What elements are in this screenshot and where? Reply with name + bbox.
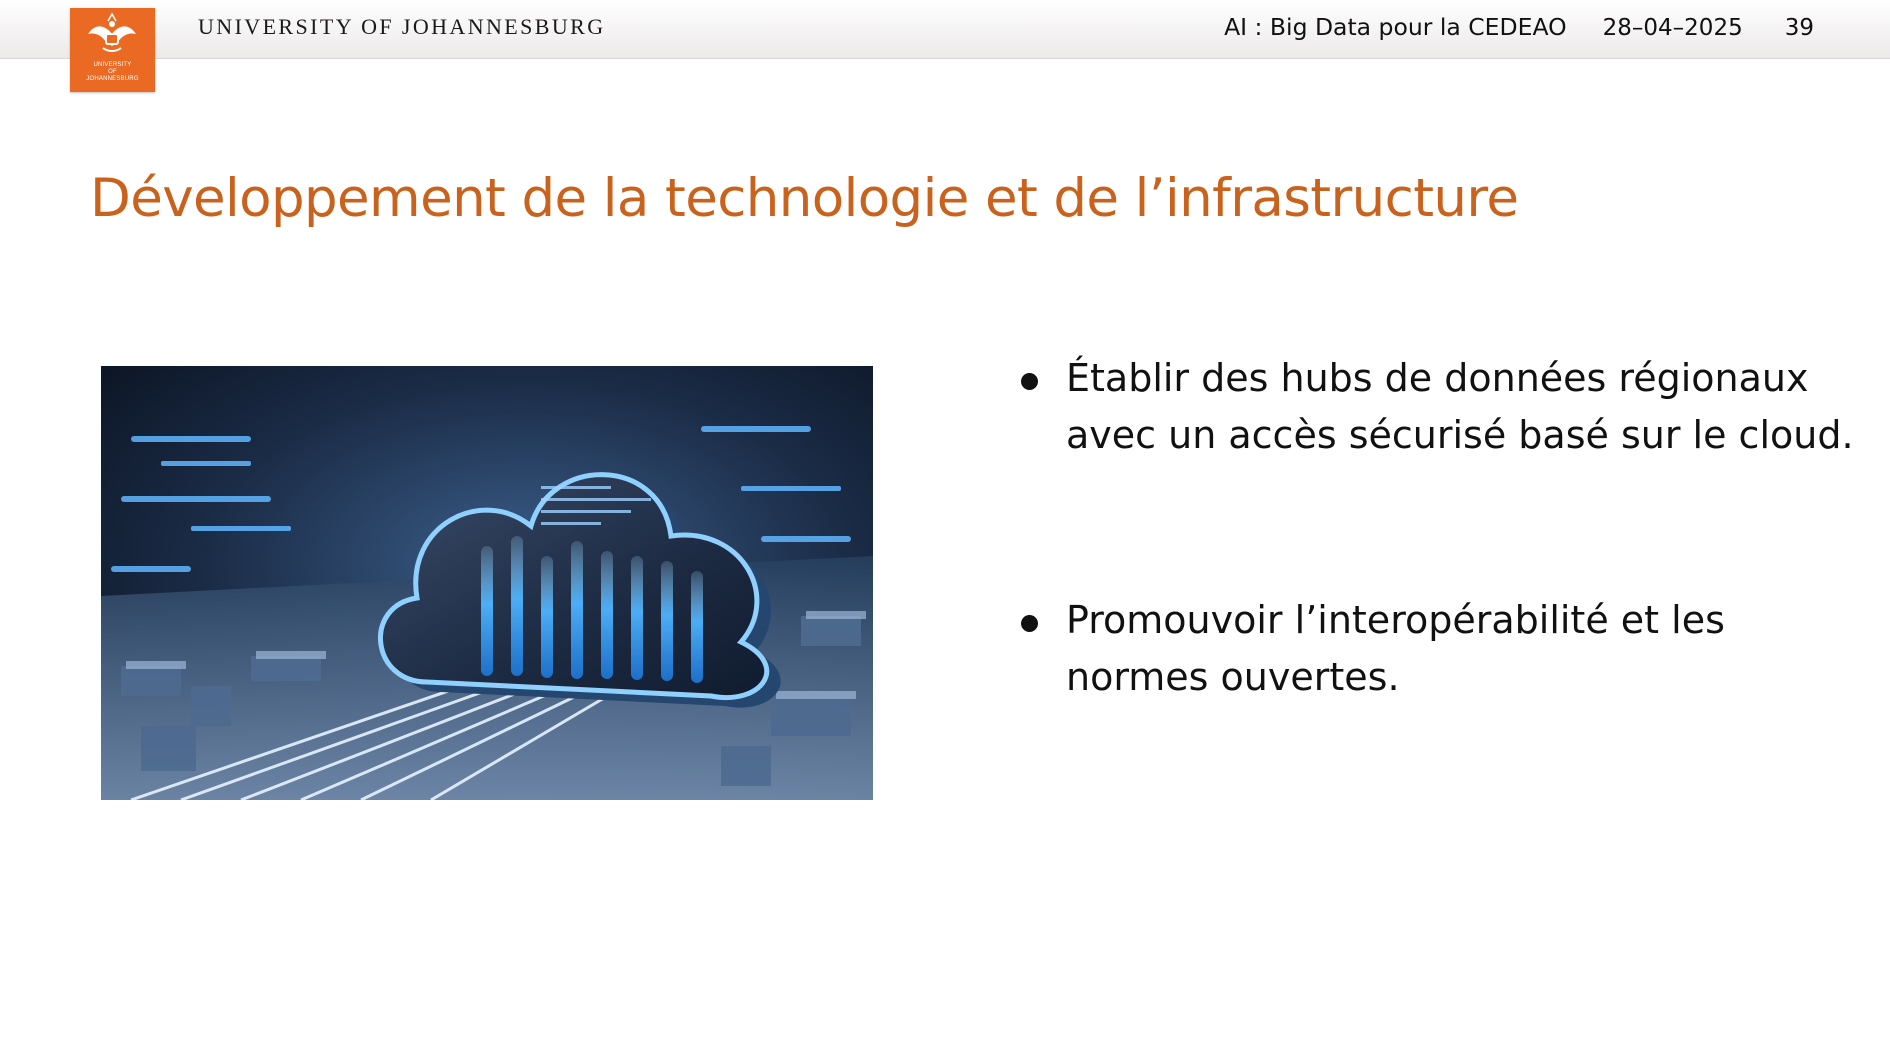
cloud-computing-image	[101, 366, 873, 800]
page-number: 39	[1784, 15, 1814, 41]
talk-date: 28–04–2025	[1602, 15, 1743, 41]
university-name: UNIVERSITY OF JOHANNESBURG	[198, 14, 606, 39]
university-logo: UNIVERSITY OF JOHANNESBURG	[70, 8, 155, 92]
talk-title: AI : Big Data pour la CEDEAO	[1224, 13, 1567, 41]
bullet-icon	[1021, 615, 1038, 632]
bullet-icon	[1021, 373, 1038, 390]
cloud-computing-illustration	[101, 366, 873, 800]
bullet-text: Promouvoir l’interopérabilité et les nor…	[1066, 598, 1725, 699]
bullet-list: Établir des hubs de données régionaux av…	[1016, 350, 1866, 706]
bullet-item: Établir des hubs de données régionaux av…	[1016, 350, 1866, 464]
bullet-item: Promouvoir l’interopérabilité et les nor…	[1016, 592, 1866, 706]
slide-title: Développement de la technologie et de l’…	[90, 168, 1519, 229]
university-crest-icon	[88, 12, 136, 52]
bullet-text: Établir des hubs de données régionaux av…	[1066, 356, 1854, 457]
logo-wordmark: UNIVERSITY OF JOHANNESBURG	[86, 62, 139, 82]
header-meta: AI : Big Data pour la CEDEAO 28–04–2025 …	[1224, 13, 1814, 41]
